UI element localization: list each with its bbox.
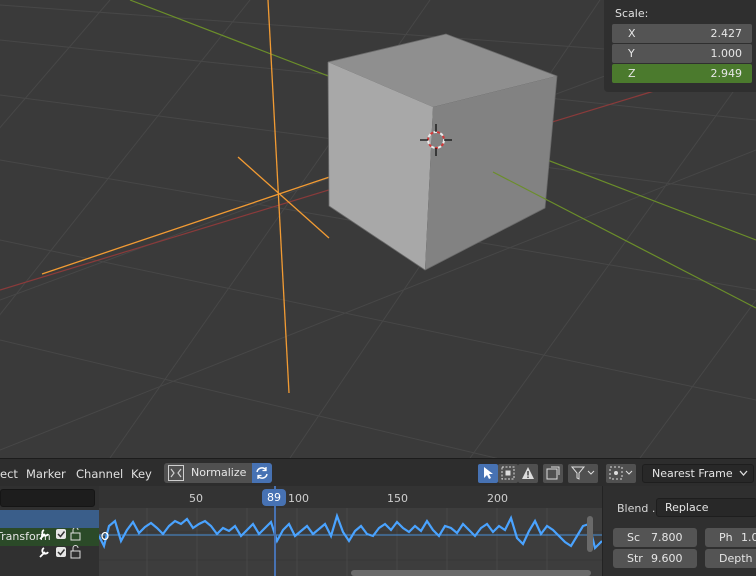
lock-icon[interactable] (70, 545, 81, 559)
strength-field[interactable]: Str 9.600 (613, 549, 697, 568)
menu-key[interactable]: Key (131, 467, 152, 481)
checkbox-icon[interactable] (56, 547, 66, 557)
channel-row-object[interactable] (0, 510, 99, 528)
scale-panel-title: Scale: (615, 7, 649, 20)
normalize-label: Normalize (191, 466, 247, 479)
graph-editor-header: ect Marker Channel Key Normalize Nearest… (0, 458, 756, 486)
scale-field-value: 7.800 (651, 531, 683, 544)
normalize-toggle[interactable]: Normalize (164, 463, 272, 483)
y-axis-front (492, 171, 756, 309)
3d-viewport[interactable]: Scale: X 2.427 Y 1.000 Z 2.949 (0, 0, 756, 458)
menu-channel[interactable]: Channel (76, 467, 123, 481)
menu-marker[interactable]: Marker (26, 467, 66, 481)
channel-search-input[interactable] (0, 489, 95, 507)
wrench-icon[interactable] (39, 529, 49, 540)
adjust-last-operation-panel: Scale: X 2.427 Y 1.000 Z 2.949 (604, 0, 756, 92)
horizontal-scrollbar[interactable] (351, 570, 591, 576)
graph-editor-area[interactable]: 50 100 150 200 89 (99, 486, 602, 576)
blend-mode-value: Replace (665, 501, 709, 514)
scale-z-label: Z (628, 67, 636, 80)
depth-field-label: Depth (719, 552, 753, 565)
phase-field[interactable]: Ph 1.0 (705, 528, 756, 547)
frame-label-50: 50 (189, 492, 203, 505)
refresh-icon[interactable] (252, 463, 272, 483)
f-curve-canvas[interactable] (99, 486, 602, 576)
scale-z-value: 2.949 (710, 67, 743, 80)
warning-icon[interactable] (518, 464, 538, 483)
strength-field-label: Str (627, 552, 643, 565)
chevron-down-icon (739, 470, 748, 476)
menu-select[interactable]: ect (0, 467, 18, 481)
filter-icon[interactable] (568, 464, 598, 483)
scale-y-field[interactable]: Y 1.000 (612, 44, 752, 63)
scale-x-label: X (628, 27, 636, 40)
modifier-sidebar: Blend ... Replace Sc 7.800 Ph 1.0 Str 9.… (602, 486, 756, 576)
frame-label-200: 200 (487, 492, 508, 505)
frame-label-150: 150 (387, 492, 408, 505)
selected-empty-object[interactable] (41, 0, 375, 394)
wrench-icon[interactable] (39, 547, 49, 558)
phase-field-value: 1.0 (741, 531, 756, 544)
view-frame-icon[interactable] (543, 464, 563, 483)
scale-y-value: 1.000 (710, 47, 743, 60)
checkbox-icon[interactable] (56, 529, 66, 539)
pivot-icon[interactable] (606, 464, 636, 483)
snap-mode-dropdown[interactable]: Nearest Frame (642, 464, 754, 483)
normalize-icon (168, 465, 184, 481)
snap-mode-label: Nearest Frame (652, 467, 733, 480)
scale-x-value: 2.427 (710, 27, 743, 40)
current-frame-badge[interactable]: 89 (262, 489, 286, 506)
depth-field[interactable]: Depth (705, 549, 756, 568)
lock-icon[interactable] (70, 528, 81, 541)
strength-field-value: 9.600 (651, 552, 683, 565)
phase-field-label: Ph (719, 531, 733, 544)
scale-field-label: Sc (627, 531, 641, 544)
scale-y-label: Y (628, 47, 635, 60)
select-cursor-icon[interactable] (478, 464, 498, 483)
scale-z-field[interactable]: Z 2.949 (612, 64, 752, 83)
vertical-scrollbar[interactable] (587, 516, 593, 552)
scale-x-field[interactable]: X 2.427 (612, 24, 752, 43)
box-select-icon[interactable] (498, 464, 518, 483)
channel-row-icons (39, 528, 81, 559)
cube-object[interactable] (327, 33, 558, 271)
blend-mode-dropdown[interactable]: Replace (656, 498, 756, 517)
frame-label-100: 100 (288, 492, 309, 505)
scale-field[interactable]: Sc 7.800 (613, 528, 697, 547)
